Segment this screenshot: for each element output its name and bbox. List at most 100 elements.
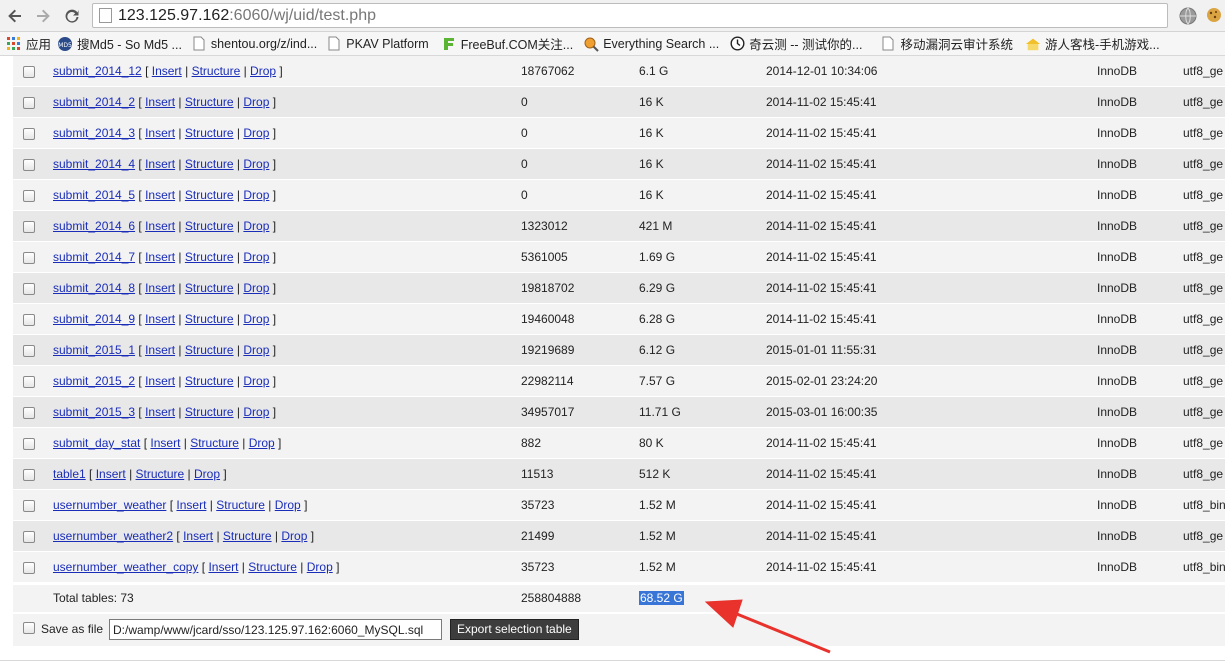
drop-link[interactable]: Drop [249,436,275,450]
table-name-link[interactable]: submit_day_stat [53,436,140,450]
structure-link[interactable]: Structure [216,498,265,512]
table-name-link[interactable]: submit_2014_2 [53,95,135,109]
bookmark-pkav[interactable]: PKAV Platform [326,36,429,52]
table-name-link[interactable]: submit_2014_6 [53,219,135,233]
drop-link[interactable]: Drop [243,126,269,140]
structure-link[interactable]: Structure [248,560,297,574]
insert-link[interactable]: Insert [145,126,175,140]
insert-link[interactable]: Insert [145,281,175,295]
insert-link[interactable]: Insert [145,250,175,264]
drop-link[interactable]: Drop [243,95,269,109]
insert-link[interactable]: Insert [145,312,175,326]
structure-link[interactable]: Structure [185,343,234,357]
row-checkbox[interactable] [23,345,35,357]
structure-link[interactable]: Structure [185,405,234,419]
structure-link[interactable]: Structure [185,188,234,202]
table-name-link[interactable]: submit_2014_8 [53,281,135,295]
row-checkbox[interactable] [23,66,35,78]
bookmark-freebuf[interactable]: FreeBuf.COM关注... [441,34,573,53]
row-checkbox[interactable] [23,531,35,543]
structure-link[interactable]: Structure [185,126,234,140]
table-name-link[interactable]: submit_2014_9 [53,312,135,326]
drop-link[interactable]: Drop [243,188,269,202]
row-checkbox[interactable] [23,469,35,481]
bookmark-everything[interactable]: Everything Search ... [583,36,719,52]
table-name-link[interactable]: usernumber_weather [53,498,166,512]
save-checkbox[interactable] [23,622,35,634]
insert-link[interactable]: Insert [150,436,180,450]
drop-link[interactable]: Drop [243,374,269,388]
export-selection-button[interactable]: Export selection table [450,619,579,640]
structure-link[interactable]: Structure [190,436,239,450]
drop-link[interactable]: Drop [243,343,269,357]
structure-link[interactable]: Structure [185,157,234,171]
structure-link[interactable]: Structure [185,250,234,264]
bookmark-mobile-audit[interactable]: 移动漏洞云审计系统 [880,34,1013,53]
drop-link[interactable]: Drop [243,312,269,326]
insert-link[interactable]: Insert [208,560,238,574]
row-checkbox[interactable] [23,407,35,419]
drop-link[interactable]: Drop [194,467,220,481]
table-name-link[interactable]: usernumber_weather2 [53,529,173,543]
insert-link[interactable]: Insert [145,157,175,171]
insert-link[interactable]: Insert [183,529,213,543]
structure-link[interactable]: Structure [185,95,234,109]
row-checkbox[interactable] [23,314,35,326]
row-checkbox[interactable] [23,190,35,202]
structure-link[interactable]: Structure [223,529,272,543]
drop-link[interactable]: Drop [250,64,276,78]
drop-link[interactable]: Drop [243,281,269,295]
table-name-link[interactable]: submit_2015_3 [53,405,135,419]
insert-link[interactable]: Insert [176,498,206,512]
drop-link[interactable]: Drop [243,157,269,171]
row-checkbox[interactable] [23,438,35,450]
row-checkbox[interactable] [23,159,35,171]
insert-link[interactable]: Insert [96,467,126,481]
reload-icon[interactable] [62,6,82,26]
back-icon[interactable] [5,6,25,26]
structure-link[interactable]: Structure [192,64,241,78]
globe-icon[interactable] [1178,6,1198,26]
table-name-link[interactable]: submit_2014_7 [53,250,135,264]
bookmark-qiyunce[interactable]: 奇云测 -- 测试你的... [729,34,862,53]
insert-link[interactable]: Insert [145,95,175,109]
row-checkbox[interactable] [23,221,35,233]
table-name-link[interactable]: submit_2015_2 [53,374,135,388]
save-path-input[interactable] [109,619,442,640]
table-name-link[interactable]: submit_2015_1 [53,343,135,357]
table-name-link[interactable]: submit_2014_5 [53,188,135,202]
row-checkbox[interactable] [23,500,35,512]
drop-link[interactable]: Drop [243,250,269,264]
bookmark-apps[interactable]: 应用 [6,34,51,53]
table-name-link[interactable]: submit_2014_12 [53,64,142,78]
table-name-link[interactable]: submit_2014_3 [53,126,135,140]
row-checkbox[interactable] [23,97,35,109]
structure-link[interactable]: Structure [136,467,185,481]
insert-link[interactable]: Insert [145,374,175,388]
bookmark-shentou[interactable]: shentou.org/z/ind... [191,36,317,52]
structure-link[interactable]: Structure [185,312,234,326]
drop-link[interactable]: Drop [307,560,333,574]
row-checkbox[interactable] [23,562,35,574]
forward-icon[interactable] [33,6,53,26]
table-name-link[interactable]: table1 [53,467,86,481]
drop-link[interactable]: Drop [243,405,269,419]
cookie-icon[interactable] [1205,6,1225,26]
table-name-link[interactable]: usernumber_weather_copy [53,560,198,574]
table-name-link[interactable]: submit_2014_4 [53,157,135,171]
row-checkbox[interactable] [23,283,35,295]
insert-link[interactable]: Insert [145,219,175,233]
insert-link[interactable]: Insert [152,64,182,78]
row-checkbox[interactable] [23,376,35,388]
address-bar[interactable]: 123.125.97.162:6060/wj/uid/test.php [92,3,1168,28]
row-checkbox[interactable] [23,252,35,264]
row-checkbox[interactable] [23,128,35,140]
structure-link[interactable]: Structure [185,281,234,295]
bookmark-youren-inn[interactable]: 游人客栈-手机游戏... [1025,34,1160,53]
structure-link[interactable]: Structure [185,219,234,233]
structure-link[interactable]: Structure [185,374,234,388]
insert-link[interactable]: Insert [145,188,175,202]
drop-link[interactable]: Drop [243,219,269,233]
bookmark-somd5[interactable]: MD5 搜Md5 - So Md5 ... [57,34,182,53]
insert-link[interactable]: Insert [145,405,175,419]
